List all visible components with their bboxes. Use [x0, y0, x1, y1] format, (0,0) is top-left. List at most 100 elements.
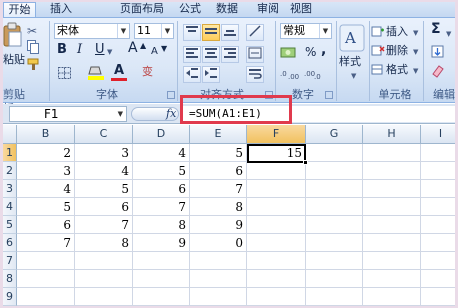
tab-insert[interactable]: 插入	[47, 2, 75, 17]
cell-e5[interactable]: 9	[190, 216, 246, 234]
column-header-f[interactable]: F	[247, 125, 306, 144]
tab-data[interactable]: 数据	[213, 2, 241, 17]
cut-icon[interactable]: ✂	[27, 24, 41, 38]
row-header-5[interactable]: 5	[3, 216, 17, 234]
row-header-4[interactable]: 4	[3, 198, 17, 216]
tab-formulas[interactable]: 公式	[177, 2, 203, 17]
cell-e3[interactable]: 7	[190, 180, 246, 198]
chevron-down-icon[interactable]: ▼	[446, 28, 451, 41]
chevron-down-icon[interactable]: ▼	[107, 46, 112, 59]
cell-e6[interactable]: 0	[190, 234, 246, 252]
underline-button[interactable]: U	[95, 43, 105, 56]
paste-button[interactable]: 粘贴	[3, 53, 25, 66]
align-bottom-button[interactable]	[221, 24, 239, 41]
styles-button[interactable]: 样式	[339, 55, 361, 68]
autosum-button[interactable]: Σ	[431, 22, 441, 36]
column-header-h[interactable]: H	[363, 125, 421, 144]
fill-icon[interactable]	[431, 45, 445, 59]
paste-icon[interactable]	[3, 22, 23, 50]
phonetic-button[interactable]: 变	[142, 65, 153, 78]
fill-color-icon[interactable]	[87, 65, 105, 81]
delete-button[interactable]: 删除	[386, 44, 408, 57]
number-format-combo[interactable]: 常规 ▼	[280, 23, 332, 39]
insert-button[interactable]: 插入	[386, 25, 408, 38]
align-left-button[interactable]	[183, 46, 201, 63]
font-color-button[interactable]: A	[114, 64, 124, 77]
cell-d4[interactable]: 7	[133, 198, 189, 216]
row-header-3[interactable]: 3	[3, 180, 17, 198]
format-painter-icon[interactable]	[27, 58, 41, 70]
cell-c4[interactable]: 6	[75, 198, 132, 216]
insert-cells-icon[interactable]	[371, 25, 385, 37]
font-name-combo[interactable]: 宋体 ▼	[54, 23, 130, 39]
align-right-button[interactable]	[221, 46, 239, 63]
name-box[interactable]: F1 ▼	[9, 106, 127, 122]
cell-b4[interactable]: 5	[17, 198, 74, 216]
currency-icon[interactable]	[280, 46, 298, 60]
comma-style-button[interactable]: ,	[321, 43, 326, 57]
cell-c6[interactable]: 8	[75, 234, 132, 252]
italic-button[interactable]: I	[77, 43, 82, 56]
tab-page-layout[interactable]: 页面布局	[115, 2, 169, 17]
column-header-i[interactable]: I	[421, 125, 455, 144]
cell-b5[interactable]: 6	[17, 216, 74, 234]
delete-cells-icon[interactable]	[371, 44, 385, 56]
fill-handle[interactable]	[303, 160, 308, 165]
chevron-down-icon[interactable]: ▼	[413, 27, 418, 40]
font-size-combo[interactable]: 11 ▼	[134, 23, 174, 39]
border-icon[interactable]	[57, 66, 73, 80]
cell-d6[interactable]: 9	[133, 234, 189, 252]
chevron-down-icon[interactable]: ▼	[413, 46, 418, 59]
cell-c5[interactable]: 7	[75, 216, 132, 234]
cell-b2[interactable]: 3	[17, 162, 74, 180]
increase-indent-button[interactable]	[202, 66, 220, 83]
cell-e2[interactable]: 6	[190, 162, 246, 180]
column-header-g[interactable]: G	[306, 125, 363, 144]
chevron-down-icon[interactable]: ▼	[413, 65, 418, 78]
clear-icon[interactable]	[431, 64, 445, 78]
select-all-corner[interactable]	[3, 125, 17, 144]
chevron-down-icon[interactable]: ▼	[351, 70, 356, 83]
grow-font-button[interactable]: A	[128, 41, 138, 55]
column-header-e[interactable]: E	[190, 125, 247, 144]
column-header-d[interactable]: D	[133, 125, 190, 144]
cell-c2[interactable]: 4	[75, 162, 132, 180]
bold-button[interactable]: B	[57, 43, 67, 56]
cell-d2[interactable]: 5	[133, 162, 189, 180]
cell-b6[interactable]: 7	[17, 234, 74, 252]
chevron-down-icon[interactable]: ▼	[117, 24, 129, 38]
styles-icon[interactable]: A	[339, 24, 365, 52]
cell-e1[interactable]: 5	[190, 144, 246, 162]
cell-e4[interactable]: 8	[190, 198, 246, 216]
cell-c1[interactable]: 3	[75, 144, 132, 162]
shrink-font-button[interactable]: A	[151, 45, 158, 58]
percent-button[interactable]: %	[305, 46, 316, 59]
cell-d3[interactable]: 6	[133, 180, 189, 198]
format-cells-icon[interactable]	[371, 63, 385, 75]
tab-home[interactable]: 开始	[3, 2, 36, 17]
align-middle-button[interactable]	[202, 24, 220, 41]
insert-function-button[interactable]: fx	[166, 107, 176, 120]
row-header-2[interactable]: 2	[3, 162, 17, 180]
cell-b3[interactable]: 4	[17, 180, 74, 198]
cell-c3[interactable]: 5	[75, 180, 132, 198]
row-header-8[interactable]: 8	[3, 270, 17, 288]
cell-d5[interactable]: 8	[133, 216, 189, 234]
tab-view[interactable]: 视图	[288, 2, 314, 17]
chevron-down-icon[interactable]: ▼	[319, 24, 331, 38]
row-header-6[interactable]: 6	[3, 234, 17, 252]
column-header-b[interactable]: B	[17, 125, 75, 144]
font-dialog-launcher-icon[interactable]	[167, 91, 175, 99]
wrap-text-button[interactable]	[246, 66, 264, 83]
decrease-decimal-icon[interactable]: .00.0	[304, 66, 324, 81]
row-header-9[interactable]: 9	[3, 288, 17, 306]
format-button[interactable]: 格式	[386, 63, 408, 76]
chevron-down-icon[interactable]: ▼	[161, 24, 173, 38]
copy-icon[interactable]	[27, 40, 39, 54]
merge-center-button[interactable]	[246, 46, 264, 63]
cell-d1[interactable]: 4	[133, 144, 189, 162]
increase-decimal-icon[interactable]: .0.00	[280, 66, 300, 81]
chevron-down-icon[interactable]: ▼	[118, 107, 123, 121]
tab-review[interactable]: 审阅	[255, 2, 281, 17]
orientation-button[interactable]	[246, 24, 264, 41]
